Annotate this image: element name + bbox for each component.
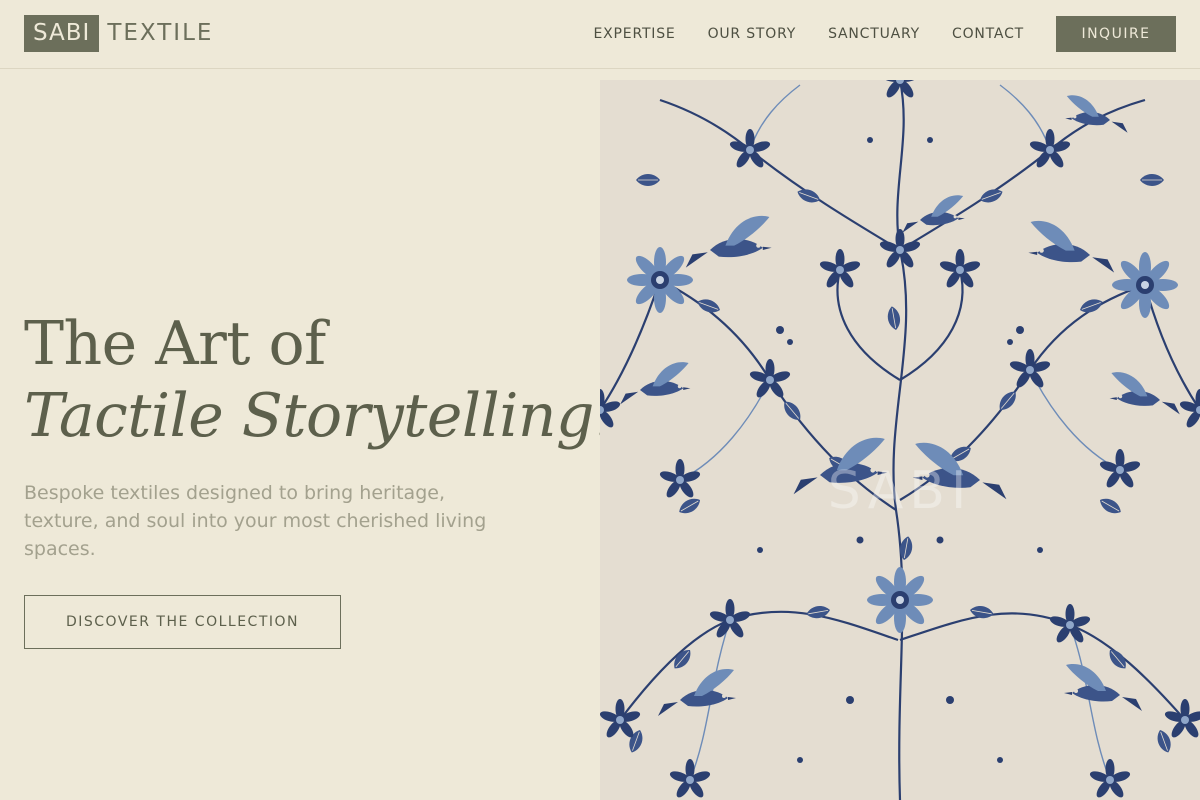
hero-description: Bespoke textiles designed to bring herit…: [24, 482, 487, 560]
floral-bird-pattern-illustration: SABI: [600, 80, 1200, 800]
main-nav: EXPERTISE OUR STORY SANCTUARY CONTACT IN…: [594, 16, 1176, 52]
discover-collection-button[interactable]: DISCOVER THE COLLECTION: [24, 595, 341, 649]
nav-link-contact[interactable]: CONTACT: [952, 16, 1024, 52]
nav-link-expertise[interactable]: EXPERTISE: [594, 16, 676, 52]
inquire-button[interactable]: INQUIRE: [1056, 16, 1176, 52]
hero-title-line-1: The Art of: [24, 309, 326, 379]
nav-link-our-story[interactable]: OUR STORY: [708, 16, 797, 52]
nav-link-sanctuary[interactable]: SANCTUARY: [828, 16, 920, 52]
logo-wordmark: TEXTILE: [107, 20, 214, 46]
hero-title-line-2: Tactile Storytelling.: [24, 381, 613, 451]
site-header: SABI TEXTILE EXPERTISE OUR STORY SANCTUA…: [0, 0, 1200, 69]
hero-title: The Art of Tactile Storytelling.: [24, 308, 613, 452]
hero-textile-image: SABI: [600, 80, 1200, 800]
brand-logo[interactable]: SABI TEXTILE: [24, 15, 213, 52]
image-watermark: SABI: [828, 461, 973, 521]
logo-box: SABI: [24, 15, 100, 52]
